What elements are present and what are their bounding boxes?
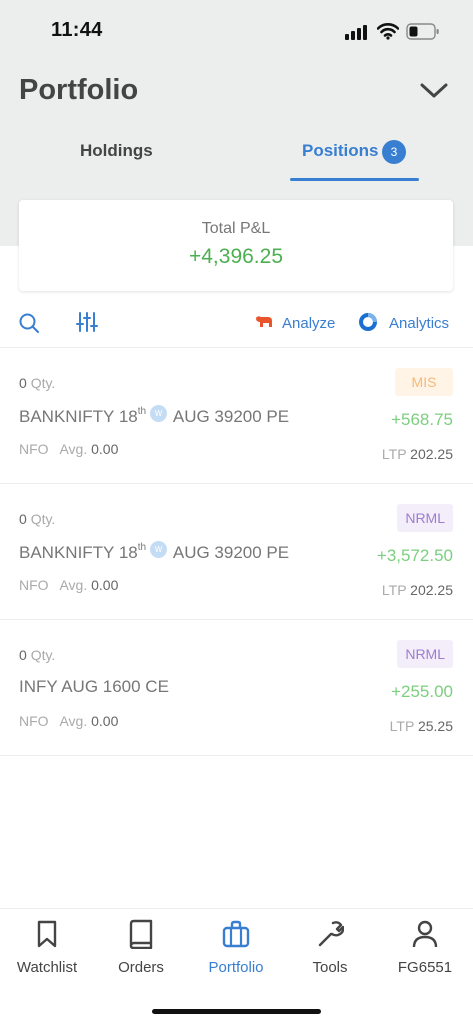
position-symbol: BANKNIFTY 18th W AUG 39200 PE <box>19 541 289 563</box>
total-pnl-label: Total P&L <box>201 220 271 237</box>
weekly-badge: W <box>150 405 168 422</box>
status-bar: 11:44 <box>0 0 473 62</box>
analytics-label: Analytics <box>389 315 450 332</box>
tab-active-indicator <box>290 178 419 181</box>
avg-value: 0.00 <box>91 441 119 457</box>
position-exchange: NFO Avg. 0.00 <box>19 441 118 457</box>
position-row[interactable]: 0 Qty. BANKNIFTY 18th W AUG 39200 PE NFO … <box>0 348 473 484</box>
battery-icon <box>406 23 439 40</box>
nav-item-watchlist[interactable]: Watchlist <box>0 919 94 989</box>
symbol-main: BANKNIFTY 18 <box>19 543 138 562</box>
nav-label: Tools <box>312 959 348 976</box>
qty-unit: Qty. <box>30 647 56 663</box>
tab-positions-label: Positions <box>302 141 379 160</box>
nav-label: Watchlist <box>16 959 78 976</box>
qty-value: 0 <box>19 511 27 527</box>
position-pnl: +568.75 <box>391 410 453 429</box>
total-pnl-card: Total P&L +4,396.25 <box>19 200 453 291</box>
exchange-label: NFO <box>19 713 49 729</box>
home-indicator <box>152 1009 321 1014</box>
nav-label: Orders <box>118 959 164 976</box>
symbol-suffix: th <box>137 542 147 553</box>
qty-value: 0 <box>19 647 27 663</box>
bottom-nav: Watchlist Orders Portfolio Tools FG6551 <box>0 908 473 1024</box>
position-qty: 0 Qty. <box>19 375 55 391</box>
avg-value: 0.00 <box>91 713 119 729</box>
ltp-value: 25.25 <box>417 718 453 734</box>
position-symbol: INFY AUG 1600 CE <box>19 677 169 697</box>
position-row[interactable]: 0 Qty. BANKNIFTY 18th W AUG 39200 PE NFO … <box>0 484 473 620</box>
briefcase-icon <box>222 920 250 948</box>
status-time: 11:44 <box>51 19 103 41</box>
ltp-label: LTP <box>381 446 407 462</box>
wifi-icon <box>377 23 399 40</box>
position-pnl: +255.00 <box>391 682 453 701</box>
nav-item-tools[interactable]: Tools <box>283 919 377 989</box>
symbol-main: BANKNIFTY 18 <box>19 407 138 426</box>
tab-holdings[interactable]: Holdings <box>80 141 153 161</box>
position-ltp: LTP 25.25 <box>390 718 453 734</box>
bookmark-icon <box>37 920 57 948</box>
position-pnl: +3,572.50 <box>376 546 453 565</box>
page-title: Portfolio <box>19 74 139 106</box>
product-badge: NRML <box>397 504 453 532</box>
analytics-icon <box>359 313 377 331</box>
avg-value: 0.00 <box>91 577 119 593</box>
product-badge: MIS <box>395 368 453 396</box>
total-pnl-value: +4,396.25 <box>188 245 283 268</box>
position-exchange: NFO Avg. 0.00 <box>19 577 118 593</box>
nav-item-portfolio[interactable]: Portfolio <box>189 919 283 989</box>
product-badge: NRML <box>397 640 453 668</box>
position-ltp: LTP 202.25 <box>382 446 453 462</box>
search-icon[interactable] <box>18 312 40 334</box>
qty-unit: Qty. <box>30 375 56 391</box>
qty-unit: Qty. <box>30 511 56 527</box>
nav-item-orders[interactable]: Orders <box>94 919 188 989</box>
weekly-badge: W <box>150 541 168 558</box>
avg-label: Avg. <box>59 577 88 593</box>
positions-toolbar: Analyze Analytics <box>0 304 473 348</box>
analyze-label: Analyze <box>282 315 336 332</box>
symbol-suffix: th <box>137 406 147 417</box>
ltp-value: 202.25 <box>410 446 453 462</box>
position-symbol: BANKNIFTY 18th W AUG 39200 PE <box>19 405 289 427</box>
signal-icon <box>345 24 369 40</box>
qty-value: 0 <box>19 375 27 391</box>
position-qty: 0 Qty. <box>19 647 55 663</box>
positions-count-badge: 3 <box>382 140 406 164</box>
book-icon <box>129 919 153 949</box>
avg-label: Avg. <box>59 713 88 729</box>
position-exchange: NFO Avg. 0.00 <box>19 713 118 729</box>
nav-label: FG6551 <box>397 959 453 976</box>
ltp-label: LTP <box>381 582 407 598</box>
symbol-rest: AUG 39200 PE <box>172 407 290 426</box>
position-row[interactable]: 0 Qty. INFY AUG 1600 CE NFO Avg. 0.00 NR… <box>0 620 473 756</box>
bull-icon <box>256 316 272 327</box>
exchange-label: NFO <box>19 441 49 457</box>
symbol-rest: AUG 39200 PE <box>172 543 290 562</box>
nav-label: Portfolio <box>208 959 264 976</box>
tab-positions[interactable]: Positions 3 <box>290 138 419 182</box>
user-icon <box>412 920 438 948</box>
ltp-value: 202.25 <box>410 582 453 598</box>
position-ltp: LTP 202.25 <box>382 582 453 598</box>
chevron-down-icon[interactable] <box>419 80 449 102</box>
exchange-label: NFO <box>19 577 49 593</box>
filter-icon[interactable] <box>76 311 98 333</box>
ltp-label: LTP <box>389 718 415 734</box>
avg-label: Avg. <box>59 441 88 457</box>
symbol-main: INFY AUG 1600 CE <box>19 677 169 696</box>
wrench-icon <box>318 921 344 947</box>
nav-item-profile[interactable]: FG6551 <box>378 919 472 989</box>
position-qty: 0 Qty. <box>19 511 55 527</box>
